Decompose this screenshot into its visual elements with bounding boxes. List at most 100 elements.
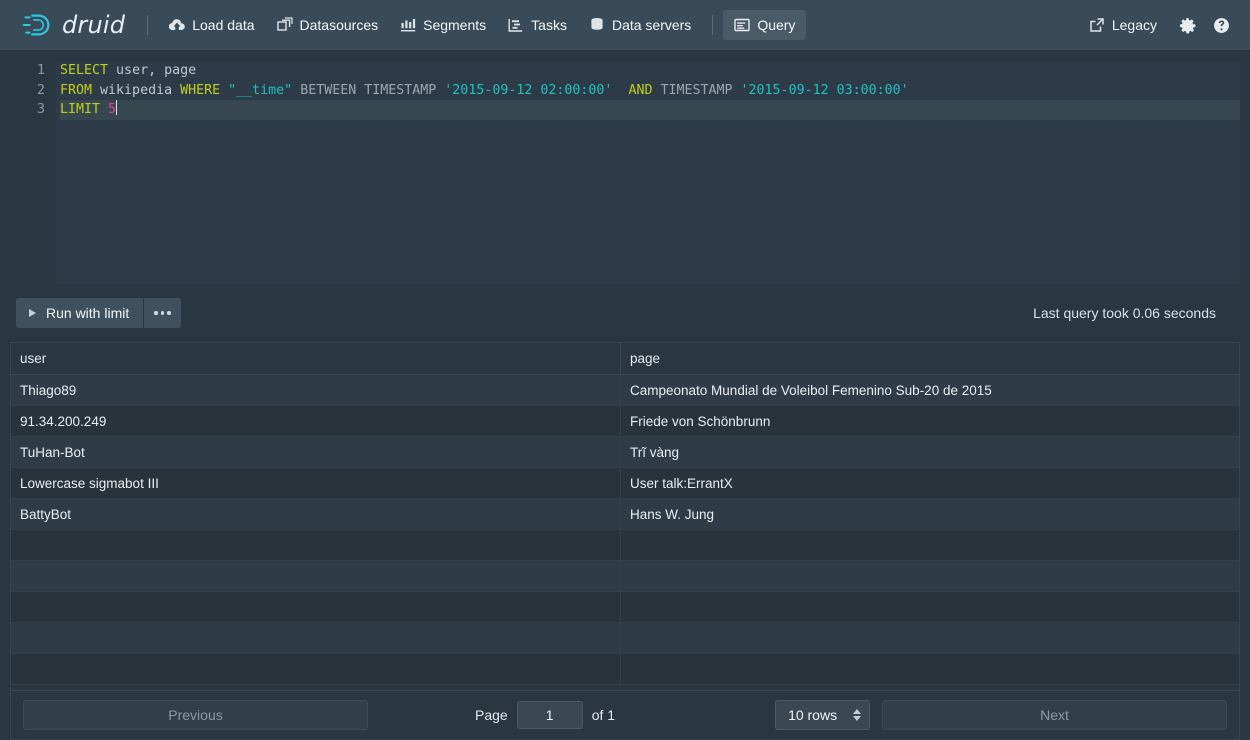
code-token: user, page [108, 63, 197, 78]
run-with-limit-button[interactable]: Run with limit [16, 298, 144, 328]
cell-user[interactable]: 91.34.200.249 [11, 406, 621, 436]
run-button-label: Run with limit [46, 305, 130, 321]
cell-page[interactable] [621, 623, 1239, 653]
line-number: 3 [36, 102, 45, 117]
table-header-row: user page [11, 343, 1239, 375]
cell-page[interactable] [621, 561, 1239, 591]
table-row[interactable] [11, 561, 1239, 592]
column-header-user[interactable]: user [11, 343, 621, 374]
share-external-icon [1090, 18, 1104, 32]
table-row[interactable] [11, 592, 1239, 623]
more-options-button[interactable] [143, 298, 181, 328]
help-circle-icon [1213, 17, 1229, 33]
druid-brand[interactable]: druid [14, 8, 137, 42]
nav-item-label: Legacy [1111, 17, 1157, 33]
editor-code-area[interactable]: SELECT user, page FROM wikipedia WHERE "… [56, 61, 1240, 284]
previous-page-button[interactable]: Previous [23, 700, 368, 730]
table-row[interactable] [11, 623, 1239, 654]
editor-line-number-gutter: 1 2 3 [10, 61, 56, 284]
application-icon [734, 18, 751, 32]
cell-user[interactable] [11, 561, 621, 591]
nav-item-data-servers[interactable]: Data servers [578, 10, 702, 40]
column-header-page[interactable]: page [621, 343, 1239, 374]
nav-item-label: Data servers [611, 17, 692, 33]
query-toolbar: Run with limit Last query took 0.06 seco… [10, 284, 1240, 342]
text-caret [116, 100, 118, 115]
rows-per-page-select-wrap: 10 rows [775, 700, 871, 730]
nav-item-tasks[interactable]: Tasks [497, 10, 578, 40]
cloud-upload-icon [169, 19, 185, 31]
table-row[interactable]: TuHan-Bot Trĩ vàng [11, 437, 1239, 468]
gantt-chart-icon [508, 19, 523, 32]
nav-item-datasources[interactable]: Datasources [266, 10, 390, 40]
line-number: 1 [36, 63, 45, 78]
query-duration-text: Last query took 0.06 seconds [1033, 305, 1216, 321]
table-row[interactable]: Thiago89 Campeonato Mundial de Voleibol F… [11, 375, 1239, 406]
help-button[interactable] [1206, 10, 1236, 40]
cell-page[interactable]: Hans W. Jung [621, 499, 1239, 529]
table-row[interactable] [11, 654, 1239, 685]
cell-user[interactable] [11, 592, 621, 622]
code-token: 5 [108, 102, 117, 117]
nav-item-label: Load data [192, 17, 255, 33]
cell-user[interactable]: Thiago89 [11, 375, 621, 405]
cell-user[interactable]: Lowercase sigmabot III [11, 468, 621, 498]
code-token: '2015-09-12 02:00:00' [444, 82, 613, 98]
code-token: FROM [60, 82, 93, 98]
page-label: Page [475, 707, 508, 723]
cell-user[interactable]: TuHan-Bot [11, 437, 621, 467]
navbar-divider-2 [712, 15, 714, 35]
code-token: BETWEEN TIMESTAMP [292, 82, 445, 98]
brand-name: druid [62, 11, 126, 39]
cell-page[interactable]: Trĩ vàng [621, 437, 1239, 467]
nav-item-label: Query [757, 17, 796, 33]
cell-user[interactable] [11, 654, 621, 684]
rows-per-page-value: 10 rows [788, 707, 838, 723]
cell-page[interactable] [621, 592, 1239, 622]
query-results-table: user page Thiago89 Campeonato Mundial de … [10, 342, 1240, 690]
cell-user[interactable] [11, 623, 621, 653]
code-token: AND [628, 82, 653, 98]
table-row[interactable]: Lowercase sigmabot III User talk:ErrantX [11, 468, 1239, 499]
sql-editor[interactable]: 1 2 3 SELECT user, page FROM wikipedia W… [10, 56, 1240, 284]
nav-item-label: Datasources [299, 17, 379, 33]
code-token: SELECT [60, 63, 109, 78]
table-row[interactable]: BattyBot Hans W. Jung [11, 499, 1239, 530]
table-row[interactable]: 91.34.200.249 Friede von Schönbrunn [11, 406, 1239, 437]
nav-item-label: Segments [423, 17, 487, 33]
cell-page[interactable]: Friede von Schönbrunn [621, 406, 1239, 436]
code-line-2: FROM wikipedia WHERE "__time" BETWEEN TI… [60, 81, 1240, 101]
nav-item-load-data[interactable]: Load data [158, 10, 265, 40]
pagination-bar: Previous Page of 1 10 rows Next [10, 690, 1240, 740]
page-number-group: Page of 1 [475, 701, 615, 729]
navbar-right-group: Legacy [1078, 10, 1236, 40]
main-content: 1 2 3 SELECT user, page FROM wikipedia W… [0, 50, 1250, 740]
code-token: WHERE [180, 82, 221, 98]
rows-per-page-select[interactable]: 10 rows [775, 700, 871, 730]
cell-page[interactable]: Campeonato Mundial de Voleibol Femenino … [621, 375, 1239, 405]
navbar-left-group: druid Load data Datasources Segments Tas… [14, 8, 1078, 42]
navbar-divider-1 [147, 15, 149, 35]
next-page-button[interactable]: Next [882, 700, 1227, 730]
nav-item-label: Tasks [531, 17, 567, 33]
settings-button[interactable] [1172, 10, 1202, 40]
druid-logo-icon [22, 14, 50, 36]
cell-user[interactable]: BattyBot [11, 499, 621, 529]
nav-item-segments[interactable]: Segments [389, 10, 497, 40]
cell-page[interactable] [621, 530, 1239, 560]
code-line-3: LIMIT 5 [60, 100, 1240, 120]
code-token: TIMESTAMP [652, 82, 741, 98]
cell-page[interactable] [621, 654, 1239, 684]
page-number-input[interactable] [516, 701, 583, 729]
nav-item-query[interactable]: Query [723, 10, 807, 40]
cell-user[interactable] [11, 530, 621, 560]
gear-icon [1179, 17, 1195, 33]
code-token: wikipedia [92, 82, 181, 98]
table-body: Thiago89 Campeonato Mundial de Voleibol F… [11, 375, 1239, 690]
cell-page[interactable]: User talk:ErrantX [621, 468, 1239, 498]
table-row[interactable] [11, 530, 1239, 561]
nav-item-legacy[interactable]: Legacy [1078, 10, 1168, 40]
